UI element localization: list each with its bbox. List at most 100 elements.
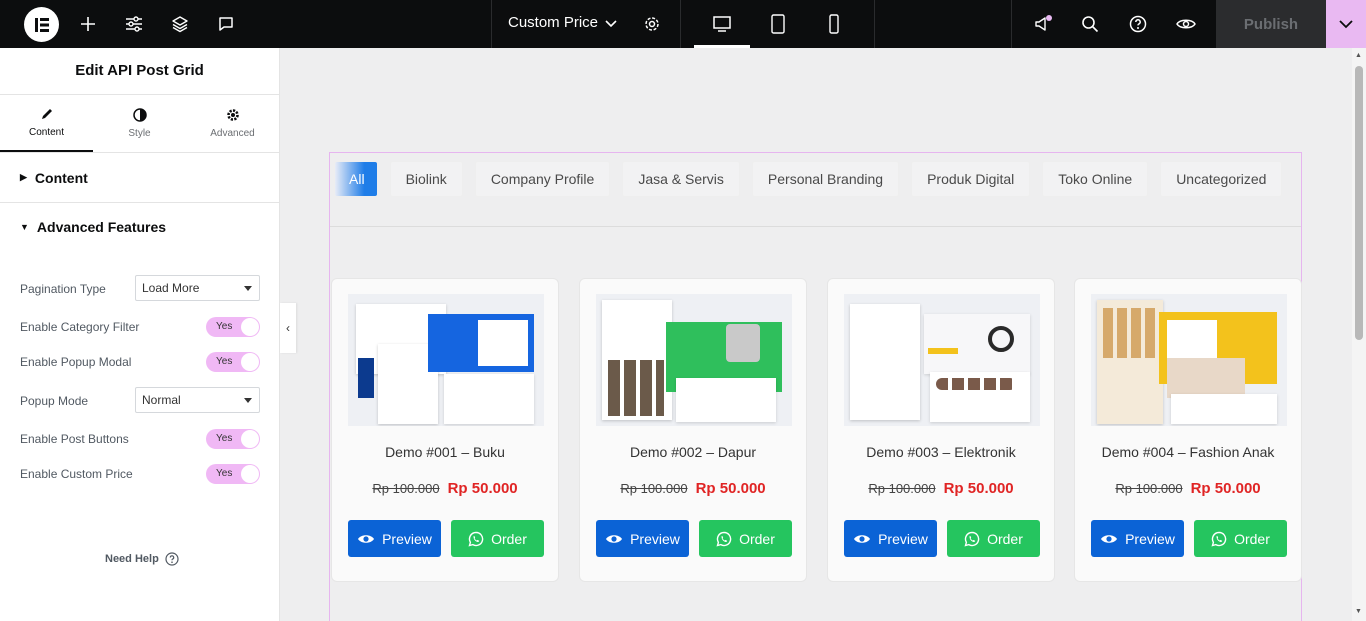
whatsapp-icon (1211, 531, 1227, 547)
preview-label: Preview (1125, 530, 1175, 547)
panel-tabs: Content Style Advanced (0, 95, 279, 153)
chevron-down-icon (1339, 19, 1353, 28)
filter-personal-branding[interactable]: Personal Branding (751, 161, 900, 197)
eye-icon (854, 534, 871, 543)
preview-label: Preview (878, 530, 928, 547)
eye-icon[interactable] (1174, 0, 1198, 48)
post-title[interactable]: Demo #003 – Elektronik (828, 444, 1054, 460)
post-title[interactable]: Demo #001 – Buku (332, 444, 558, 460)
chevron-left-icon: ‹ (286, 321, 290, 335)
pagination-type-label: Pagination Type (20, 282, 106, 296)
post-thumbnail[interactable] (1091, 294, 1287, 426)
collapse-panel-button[interactable]: ‹ (280, 303, 296, 353)
pagination-type-select[interactable]: Load More (135, 275, 260, 301)
publish-options-button[interactable] (1326, 0, 1366, 48)
panel-title: Edit API Post Grid (0, 48, 279, 95)
section-advanced-features[interactable]: ▼ Advanced Features (0, 203, 279, 251)
tab-advanced-label: Advanced (210, 128, 255, 139)
caret-right-icon: ▶ (20, 172, 27, 182)
eye-icon (358, 534, 375, 543)
dropdown-arrow-icon (244, 286, 252, 291)
add-icon[interactable] (76, 0, 100, 48)
need-help-link[interactable]: Need Help (105, 552, 179, 566)
scrollbar-thumb[interactable] (1355, 66, 1363, 340)
old-price: Rp 100.000 (1115, 481, 1183, 496)
settings-sliders-icon[interactable] (122, 0, 146, 48)
filter-toko-online[interactable]: Toko Online (1042, 161, 1149, 197)
filter-produk-digital[interactable]: Produk Digital (911, 161, 1031, 197)
custom-price-label: Enable Custom Price (20, 467, 133, 481)
tablet-icon[interactable] (766, 0, 790, 48)
preview-button[interactable]: Preview (348, 520, 441, 557)
desktop-icon[interactable] (710, 0, 734, 48)
post-thumbnail[interactable] (844, 294, 1040, 426)
editor-panel: Edit API Post Grid Content Style Advance… (0, 48, 280, 621)
page-title[interactable]: Custom Price (508, 0, 598, 48)
preview-label: Preview (382, 530, 432, 547)
pencil-icon (41, 109, 52, 119)
active-device-indicator (694, 45, 750, 48)
need-help-label: Need Help (105, 553, 159, 565)
sale-price: Rp 50.000 (1190, 480, 1261, 497)
post-price: Rp 100.000 Rp 50.000 (1075, 480, 1301, 497)
popup-mode-select[interactable]: Normal (135, 387, 260, 413)
category-filter-bar: All Biolink Company Profile Jasa & Servi… (334, 161, 1283, 197)
post-buttons-toggle[interactable]: Yes (206, 429, 260, 449)
scroll-down-icon[interactable]: ▼ (1355, 608, 1362, 615)
popup-modal-toggle[interactable]: Yes (206, 352, 260, 372)
post-price: Rp 100.000 Rp 50.000 (332, 480, 558, 497)
whatsapp-icon (716, 531, 732, 547)
tab-advanced[interactable]: Advanced (186, 95, 279, 152)
old-price: Rp 100.000 (868, 481, 936, 496)
chevron-down-icon[interactable] (601, 0, 621, 48)
tab-style-label: Style (128, 128, 151, 139)
popup-mode-label: Popup Mode (20, 394, 89, 408)
order-button[interactable]: Order (947, 520, 1040, 557)
pagination-type-value: Load More (142, 281, 200, 295)
post-title[interactable]: Demo #002 – Dapur (580, 444, 806, 460)
help-icon[interactable] (1126, 0, 1150, 48)
filter-uncategorized[interactable]: Uncategorized (1160, 161, 1283, 197)
publish-button[interactable]: Publish (1216, 0, 1326, 48)
filter-company-profile[interactable]: Company Profile (474, 161, 611, 197)
order-button[interactable]: Order (1194, 520, 1287, 557)
tab-style[interactable]: Style (93, 95, 186, 152)
preview-button[interactable]: Preview (1091, 520, 1184, 557)
order-button[interactable]: Order (451, 520, 544, 557)
tab-content[interactable]: Content (0, 95, 93, 152)
post-grid-widget[interactable]: All Biolink Company Profile Jasa & Servi… (329, 152, 1302, 621)
toggle-label: Yes (216, 468, 233, 479)
old-price: Rp 100.000 (620, 481, 688, 496)
sale-price: Rp 50.000 (695, 480, 766, 497)
custom-price-toggle[interactable]: Yes (206, 464, 260, 484)
order-button[interactable]: Order (699, 520, 792, 557)
filter-jasa-servis[interactable]: Jasa & Servis (622, 161, 740, 197)
order-label: Order (987, 530, 1023, 547)
comment-icon[interactable] (214, 0, 238, 48)
search-icon[interactable] (1078, 0, 1102, 48)
layers-icon[interactable] (168, 0, 192, 48)
post-buttons-label: Enable Post Buttons (20, 432, 129, 446)
megaphone-icon[interactable] (1031, 0, 1055, 48)
section-content[interactable]: ▶ Content (0, 153, 279, 203)
canvas-scrollbar[interactable]: ▲ ▼ (1352, 48, 1366, 621)
order-label: Order (1234, 530, 1270, 547)
elementor-logo-icon[interactable] (24, 7, 59, 42)
section-content-label: Content (34, 169, 88, 186)
caret-down-icon: ▼ (20, 222, 29, 232)
post-thumbnail[interactable] (348, 294, 544, 426)
filter-all[interactable]: All (334, 161, 378, 197)
preview-button[interactable]: Preview (844, 520, 937, 557)
category-filter-toggle[interactable]: Yes (206, 317, 260, 337)
toggle-knob (241, 353, 259, 371)
preview-button[interactable]: Preview (596, 520, 689, 557)
post-thumbnail[interactable] (596, 294, 792, 426)
section-advanced-label: Advanced Features (36, 219, 167, 235)
scroll-up-icon[interactable]: ▲ (1355, 52, 1362, 59)
post-title[interactable]: Demo #004 – Fashion Anak (1075, 444, 1301, 460)
filter-biolink[interactable]: Biolink (389, 161, 463, 197)
post-card: Demo #003 – Elektronik Rp 100.000 Rp 50.0… (827, 278, 1055, 582)
toggle-knob (241, 465, 259, 483)
mobile-icon[interactable] (822, 0, 846, 48)
gear-icon[interactable] (640, 0, 664, 48)
